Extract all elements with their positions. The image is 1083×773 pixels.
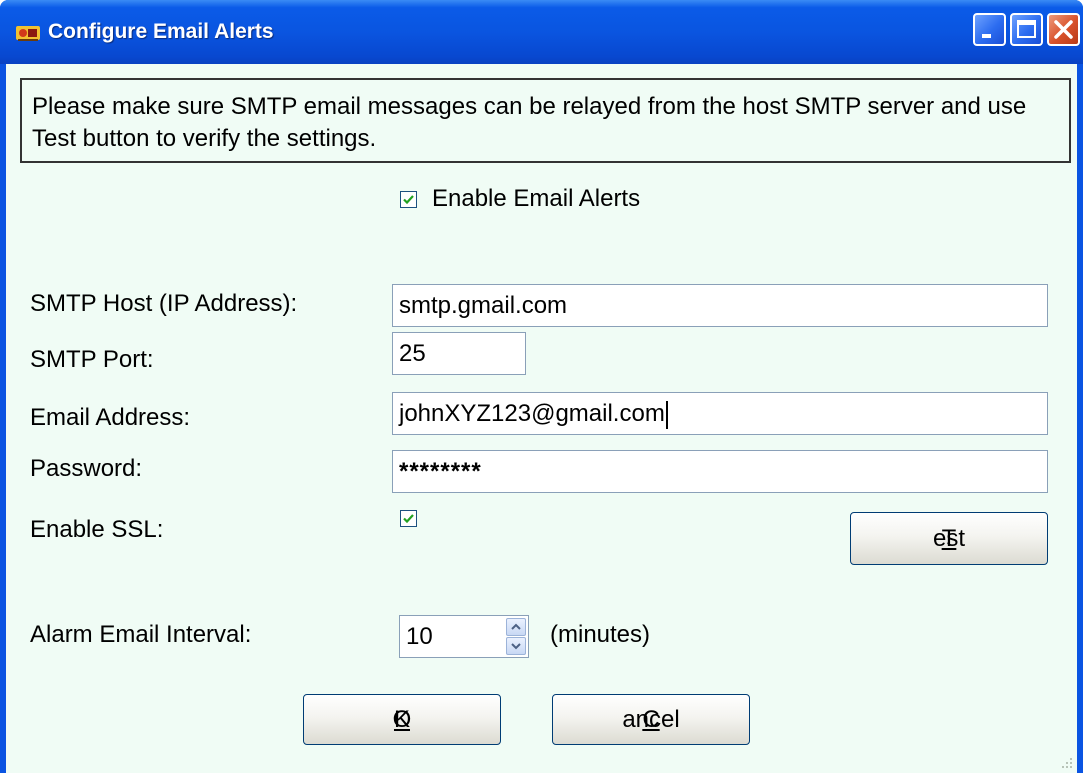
spin-down-button[interactable] [506, 637, 526, 655]
dialog-window: Configure Email Alerts Please make sure … [0, 0, 1083, 773]
email-address-input[interactable]: johnXYZ123@gmail.com [392, 392, 1048, 435]
smtp-host-label: SMTP Host (IP Address): [30, 290, 298, 317]
close-button[interactable] [1047, 13, 1080, 46]
chevron-down-icon [511, 643, 521, 650]
text-cursor [665, 400, 668, 429]
enable-email-alerts-label[interactable]: Enable Email Alerts [432, 185, 640, 213]
password-label: Password: [30, 455, 143, 482]
ok-button[interactable]: OK [303, 694, 501, 745]
test-button[interactable]: Test [850, 512, 1048, 565]
password-input[interactable]: ******** [392, 450, 1048, 493]
minimize-button[interactable] [973, 13, 1006, 46]
chevron-up-icon [511, 623, 521, 630]
enable-email-alerts-checkbox[interactable] [400, 191, 417, 208]
smtp-port-label: SMTP Port: [30, 346, 154, 373]
notice-text: Please make sure SMTP email messages can… [32, 93, 1027, 152]
spin-up-button[interactable] [506, 618, 526, 636]
cancel-button[interactable]: Cancel [552, 694, 750, 745]
title-bar[interactable]: Configure Email Alerts [0, 0, 1083, 64]
checkmark-icon [403, 514, 414, 524]
checkmark-icon [403, 195, 414, 205]
notice-box: Please make sure SMTP email messages can… [20, 78, 1071, 163]
minimize-icon [982, 34, 991, 38]
spinner-buttons [506, 618, 526, 655]
interval-unit-label: (minutes) [550, 621, 651, 648]
smtp-port-input[interactable]: 25 [392, 332, 526, 375]
app-icon [16, 26, 40, 41]
dialog-body: Please make sure SMTP email messages can… [6, 64, 1077, 773]
email-address-value: johnXYZ123@gmail.com [399, 400, 665, 427]
enable-ssl-label: Enable SSL: [30, 516, 164, 543]
resize-grip-icon[interactable] [1058, 754, 1074, 770]
email-address-label: Email Address: [30, 404, 191, 431]
window-title: Configure Email Alerts [48, 20, 274, 43]
smtp-host-input[interactable]: smtp.gmail.com [392, 284, 1048, 327]
alarm-interval-spinner[interactable]: 10 [399, 615, 529, 658]
maximize-icon [1017, 20, 1036, 38]
alarm-interval-value: 10 [406, 623, 433, 650]
close-icon [1054, 20, 1073, 39]
maximize-button[interactable] [1010, 13, 1043, 46]
alarm-interval-label: Alarm Email Interval: [30, 621, 252, 648]
enable-ssl-checkbox[interactable] [400, 510, 417, 527]
